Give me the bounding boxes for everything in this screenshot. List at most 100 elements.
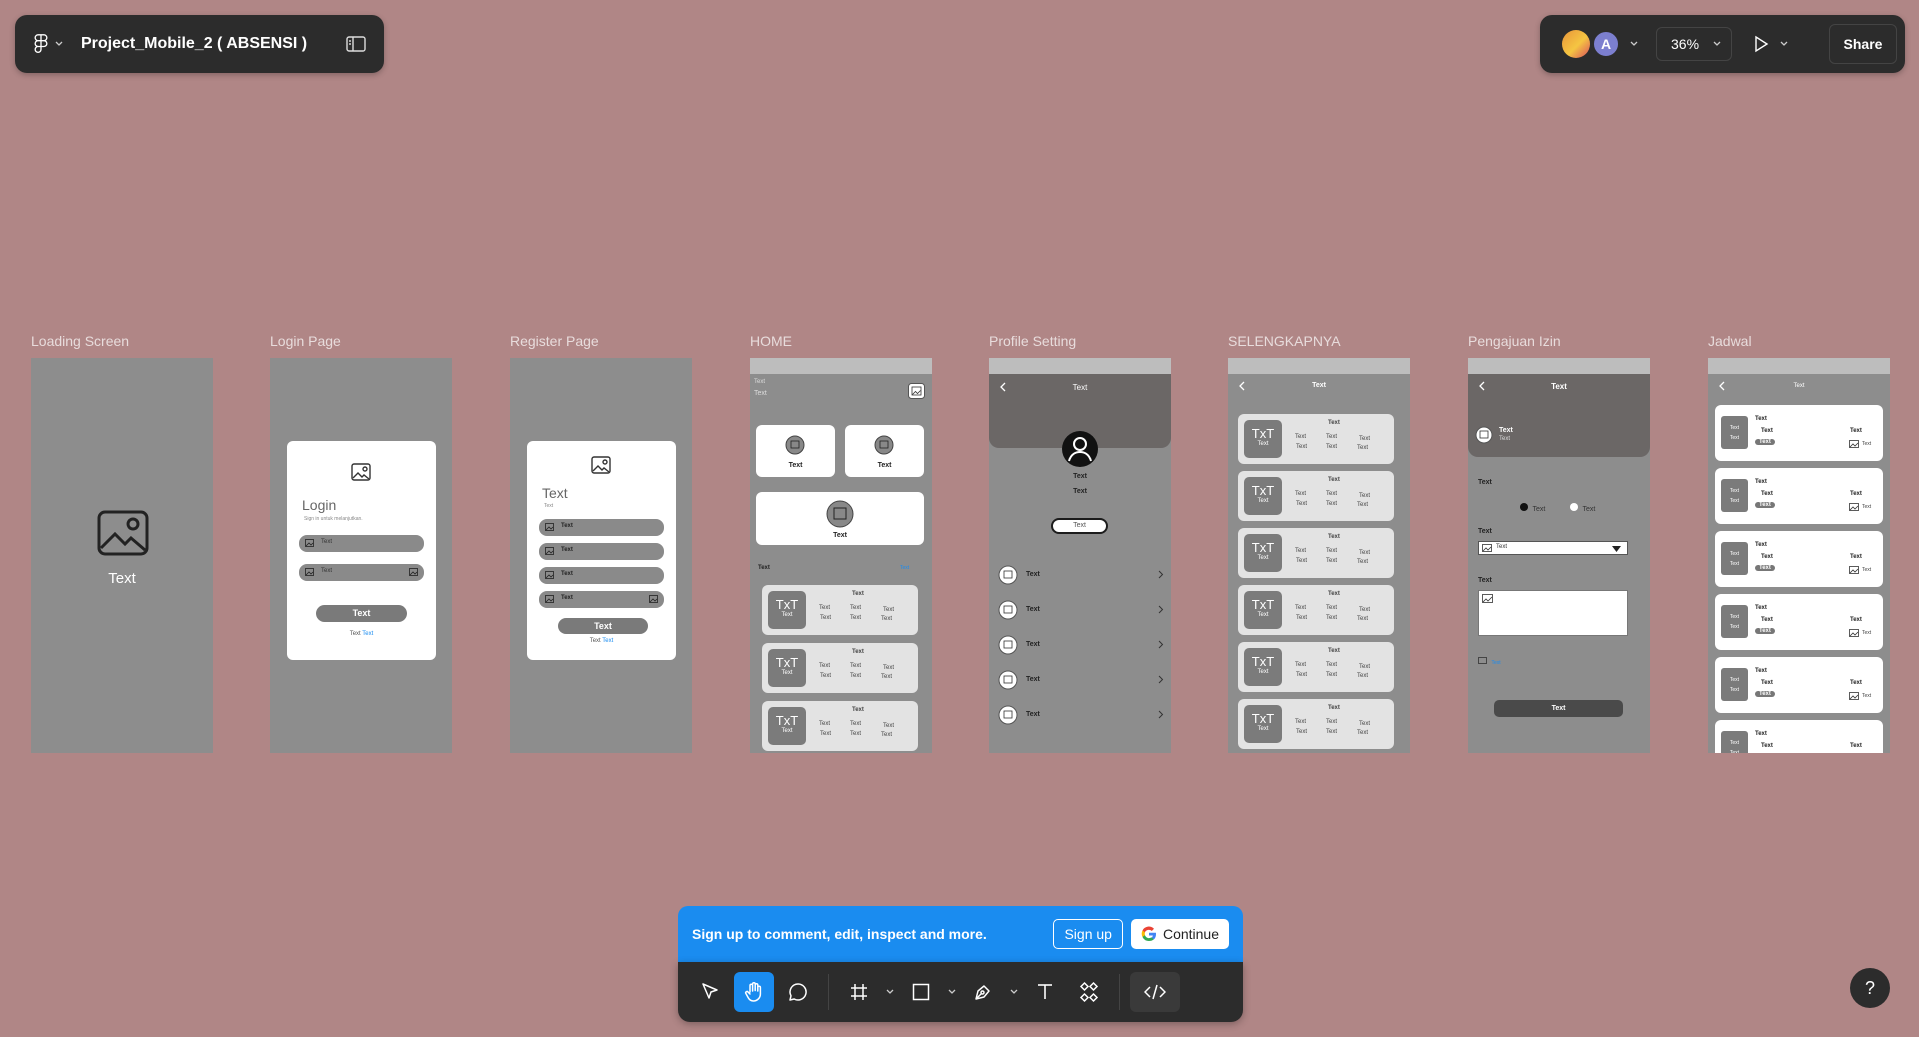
frame-register-page[interactable]: Text Text Text Text Text Text Text Text …: [510, 358, 692, 753]
hand-tool[interactable]: [734, 972, 774, 1012]
frame-label-jadwal[interactable]: Jadwal: [1708, 333, 1752, 349]
register-button[interactable]: Text: [558, 618, 648, 634]
chevron-right-icon: [1158, 640, 1164, 649]
schedule-card[interactable]: Text Text Text Text Text Text Text: [1715, 531, 1883, 587]
share-button[interactable]: Share: [1829, 24, 1897, 64]
schedule-card[interactable]: Text Text Text Text Text Text Text: [1715, 657, 1883, 713]
comment-tool[interactable]: [778, 972, 818, 1012]
thumbnail: TxT Text: [1244, 420, 1282, 458]
frame-tool[interactable]: [839, 972, 879, 1012]
frame-pengajuan-izin[interactable]: Text Text Text Text Text Text Text Text …: [1468, 358, 1650, 753]
menu-card[interactable]: Text: [845, 425, 924, 477]
list-item[interactable]: TxT Text Text Text Text Text Text Text Text: [1238, 414, 1394, 464]
image-icon: [998, 565, 1018, 585]
login-button[interactable]: Text: [316, 605, 407, 622]
frame-label-login[interactable]: Login Page: [270, 333, 341, 349]
radio-option[interactable]: Text: [1520, 498, 1545, 516]
settings-item[interactable]: Text: [998, 565, 1164, 585]
zoom-dropdown[interactable]: 36%: [1656, 27, 1733, 61]
text-icon: [1038, 984, 1052, 999]
signup-button[interactable]: Sign up: [1053, 919, 1123, 949]
frame-tool-menu[interactable]: [883, 989, 897, 995]
frame-loading-screen[interactable]: Text: [31, 358, 213, 753]
list-item[interactable]: TxT Text Text Text Text Text Text Text Text: [1238, 471, 1394, 521]
frame-label-home[interactable]: HOME: [750, 333, 792, 349]
chevron-down-icon[interactable]: [1780, 41, 1788, 47]
schedule-card[interactable]: Text Text Text Text Text Text Text: [1715, 405, 1883, 461]
help-button[interactable]: ?: [1850, 968, 1890, 1008]
menu-card-wide[interactable]: Text: [756, 492, 924, 545]
register-field[interactable]: Text: [539, 519, 664, 536]
notification-icon[interactable]: [908, 383, 925, 399]
register-field[interactable]: Text: [539, 543, 664, 560]
list-item[interactable]: TxT Text Text Text Text Text Text Text Text: [1238, 642, 1394, 692]
settings-item[interactable]: Text: [998, 670, 1164, 690]
login-link[interactable]: Text: [602, 638, 613, 644]
eye-icon[interactable]: [649, 595, 658, 603]
radio-option[interactable]: Text: [1570, 498, 1595, 516]
frame-profile-setting[interactable]: Text Text Text Text Text Text Text Text …: [989, 358, 1171, 753]
list-item[interactable]: TxT Text Text Text Text Text Text Text Text: [1238, 699, 1394, 749]
frame-home[interactable]: Text Text Text Text Text Text Text TxT Te…: [750, 358, 932, 753]
see-all-link[interactable]: Text: [900, 565, 909, 571]
username-field[interactable]: Text: [299, 535, 424, 552]
user-avatar-icon[interactable]: [1061, 430, 1099, 468]
thumbnail: Text Text: [1721, 605, 1748, 638]
text-tool[interactable]: [1025, 972, 1065, 1012]
status-bar: [1708, 358, 1890, 374]
avatar[interactable]: A: [1592, 30, 1620, 58]
edit-profile-button[interactable]: Text: [1051, 518, 1108, 534]
page-title: Text: [1793, 383, 1805, 389]
list-item[interactable]: TxT Text Text Text Text Text Text Text Text: [762, 585, 918, 635]
dev-mode-toggle[interactable]: [1130, 972, 1180, 1012]
image-icon: [1849, 503, 1859, 511]
play-icon[interactable]: [1752, 35, 1770, 53]
shape-tool-menu[interactable]: [945, 989, 959, 995]
avatar[interactable]: [1562, 30, 1590, 58]
main-menu-button[interactable]: [33, 34, 63, 54]
frame-jadwal[interactable]: Text Text Text Text Text Text Text Text T…: [1708, 358, 1890, 753]
schedule-card[interactable]: Text Text Text Text Text Text Text: [1715, 468, 1883, 524]
description-textarea[interactable]: [1478, 590, 1628, 636]
pen-tool[interactable]: [963, 972, 1003, 1012]
settings-item[interactable]: Text: [998, 635, 1164, 655]
move-tool[interactable]: [690, 972, 730, 1012]
rectangle-icon: [912, 983, 930, 1001]
list-item[interactable]: TxT Text Text Text Text Text Text Text Text: [762, 643, 918, 693]
login-title: Login: [302, 497, 337, 513]
components-tool[interactable]: [1069, 972, 1109, 1012]
chevron-right-icon: [1158, 675, 1164, 684]
frame-label-register[interactable]: Register Page: [510, 333, 599, 349]
frame-label-izin[interactable]: Pengajuan Izin: [1468, 333, 1561, 349]
register-field[interactable]: Text: [539, 567, 664, 584]
schedule-card[interactable]: Text Text Text Text Text: [1715, 720, 1883, 753]
register-field[interactable]: Text: [539, 591, 664, 608]
list-item[interactable]: TxT Text Text Text Text Text Text Text Text: [1238, 585, 1394, 635]
status-bar: [989, 358, 1171, 374]
register-link[interactable]: Text: [362, 631, 373, 637]
settings-item[interactable]: Text: [998, 600, 1164, 620]
list-item[interactable]: TxT Text Text Text Text Text Text Text Text: [1238, 528, 1394, 578]
password-field[interactable]: Text: [299, 564, 424, 581]
menu-card[interactable]: Text: [756, 425, 835, 477]
pen-tool-menu[interactable]: [1007, 989, 1021, 995]
settings-item[interactable]: Text: [998, 705, 1164, 725]
toggle-sidebar-button[interactable]: [346, 36, 366, 52]
frame-login-page[interactable]: Login Sign in untuk melanjutkan. Text Te…: [270, 358, 452, 753]
frame-label-profile[interactable]: Profile Setting: [989, 333, 1076, 349]
reason-select[interactable]: Text: [1478, 541, 1628, 555]
submit-button[interactable]: Text: [1494, 700, 1623, 717]
thumbnail: Text Text: [1721, 416, 1748, 449]
schedule-card[interactable]: Text Text Text Text Text Text Text: [1715, 594, 1883, 650]
chevron-down-icon[interactable]: [1630, 41, 1638, 47]
frame-selengkapnya[interactable]: Text TxT Text Text Text Text Text Text Text T…: [1228, 358, 1410, 753]
file-title[interactable]: Project_Mobile_2 ( ABSENSI ): [81, 35, 346, 53]
shape-tool[interactable]: [901, 972, 941, 1012]
upload-attachment[interactable]: Text: [1478, 651, 1501, 669]
frame-label-selengkapnya[interactable]: SELENGKAPNYA: [1228, 333, 1341, 349]
bottom-toolbar: [678, 962, 1243, 1022]
google-continue-button[interactable]: Continue: [1130, 919, 1229, 949]
list-item[interactable]: TxT Text Text Text Text Text Text Text Text: [762, 701, 918, 751]
frame-label-loading[interactable]: Loading Screen: [31, 333, 129, 349]
eye-icon[interactable]: [409, 568, 418, 576]
